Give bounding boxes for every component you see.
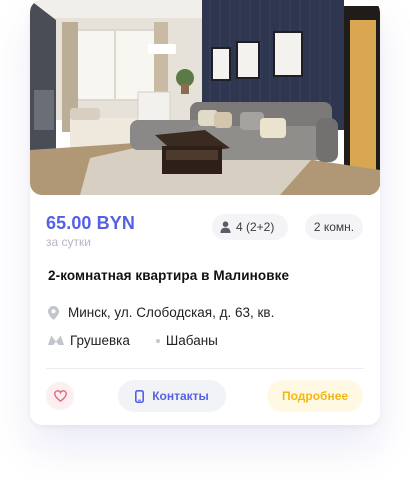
rooms-count: 2 комн. xyxy=(313,220,355,234)
metro-station: Грушевка xyxy=(70,333,130,348)
metro-icon xyxy=(48,335,64,346)
apartment-photo[interactable] xyxy=(30,0,380,195)
listing-title: 2-комнатная квартира в Малиновке xyxy=(48,268,290,283)
price-block: 65.00 BYN за сутки xyxy=(46,212,135,249)
person-icon xyxy=(220,221,231,233)
heart-icon xyxy=(53,390,67,402)
address-row: Минск, ул. Слободская, д. 63, кв. xyxy=(48,305,274,320)
apartment-photo-illustration xyxy=(30,0,380,195)
district-name: Шабаны xyxy=(165,333,218,348)
details-label: Подробнее xyxy=(281,389,349,403)
divider xyxy=(46,368,364,369)
contacts-label: Контакты xyxy=(152,389,209,403)
location-pin-icon xyxy=(48,305,59,320)
rooms-chip: 2 комн. xyxy=(305,214,363,240)
metro-row: Грушевка Шабаны xyxy=(48,333,218,348)
phone-icon xyxy=(135,389,145,403)
details-button[interactable]: Подробнее xyxy=(267,380,363,412)
guests-chip: 4 (2+2) xyxy=(212,214,288,240)
listing-card[interactable]: 65.00 BYN за сутки 4 (2+2) 2 комн. 2-ком… xyxy=(30,0,380,425)
separator-dot xyxy=(155,338,160,343)
price-period: за сутки xyxy=(46,235,91,249)
contacts-button[interactable]: Контакты xyxy=(118,380,226,412)
favorite-button[interactable] xyxy=(46,382,74,410)
address-text: Минск, ул. Слободская, д. 63, кв. xyxy=(68,305,275,320)
price: 65.00 BYN xyxy=(46,213,135,233)
guests-count: 4 (2+2) xyxy=(236,220,275,234)
